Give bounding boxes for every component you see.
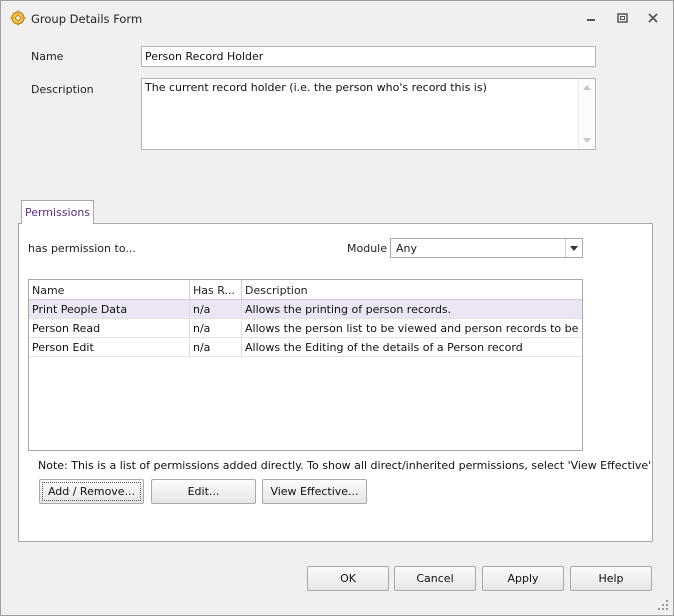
resize-grip-icon[interactable] (657, 599, 669, 611)
table-header: Name Has R... Description (29, 280, 582, 300)
name-field[interactable]: Person Record Holder (141, 46, 596, 67)
group-details-window: Group Details Form Name Person Record Ho… (0, 0, 674, 616)
help-button[interactable]: Help (570, 566, 652, 591)
window-title: Group Details Form (31, 12, 143, 26)
column-header-has-rights[interactable]: Has R... (190, 280, 242, 300)
column-header-description[interactable]: Description (242, 280, 582, 300)
minimize-icon (587, 19, 595, 21)
has-permission-label: has permission to... (28, 242, 136, 255)
module-dropdown-button[interactable] (565, 239, 582, 257)
scroll-down-icon[interactable] (583, 138, 591, 143)
cell-name: Print People Data (29, 300, 190, 319)
module-select-value: Any (396, 242, 418, 255)
close-button[interactable] (644, 10, 662, 26)
description-label: Description (31, 83, 94, 96)
minimize-button[interactable] (582, 10, 600, 26)
column-header-name[interactable]: Name (29, 280, 190, 300)
close-icon (648, 13, 658, 23)
cell-has-rights: n/a (190, 319, 242, 338)
permissions-note: Note: This is a list of permissions adde… (38, 459, 652, 472)
permissions-table[interactable]: Name Has R... Description Print People D… (28, 279, 583, 451)
table-row[interactable]: Person Read n/a Allows the person list t… (29, 319, 582, 338)
module-select[interactable]: Any (390, 238, 583, 258)
cell-has-rights: n/a (190, 338, 242, 357)
maximize-button[interactable] (613, 10, 631, 26)
description-field[interactable]: The current record holder (i.e. the pers… (141, 78, 596, 150)
gear-group-icon (10, 10, 26, 26)
cancel-button[interactable]: Cancel (394, 566, 476, 591)
edit-button[interactable]: Edit... (151, 479, 256, 504)
view-effective-button[interactable]: View Effective... (262, 479, 367, 504)
table-row[interactable]: Print People Data n/a Allows the printin… (29, 300, 582, 319)
tab-permissions[interactable]: Permissions (21, 200, 94, 224)
apply-button[interactable]: Apply (482, 566, 564, 591)
cell-has-rights: n/a (190, 300, 242, 319)
cell-name: Person Edit (29, 338, 190, 357)
scroll-up-icon[interactable] (583, 85, 591, 90)
cell-description: Allows the printing of person records. (245, 303, 452, 316)
ok-button[interactable]: OK (307, 566, 389, 591)
maximize-icon (616, 13, 628, 23)
name-label: Name (31, 50, 64, 63)
chevron-down-icon (570, 245, 578, 251)
table-row[interactable]: Person Edit n/a Allows the Editing of th… (29, 338, 582, 357)
cell-description: Allows the Editing of the details of a P… (245, 341, 523, 354)
add-remove-button[interactable]: Add / Remove... (39, 479, 144, 504)
title-bar[interactable]: Group Details Form (1, 1, 673, 35)
description-scrollbar[interactable] (578, 79, 595, 149)
description-text: The current record holder (i.e. the pers… (145, 81, 487, 94)
cell-description: Allows the person list to be viewed and … (245, 322, 582, 335)
cell-name: Person Read (29, 319, 190, 338)
module-label: Module (347, 242, 387, 255)
